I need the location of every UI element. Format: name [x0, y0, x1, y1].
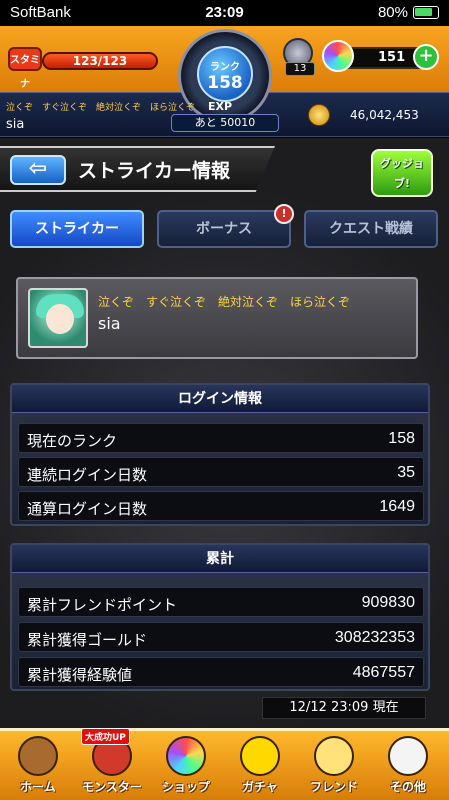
nav-shop[interactable]: ショップ	[149, 734, 223, 800]
totals-section: 累計 累計フレンドポイント 909830 累計獲得ゴールド 308232353 …	[10, 543, 430, 691]
tab-quest-record[interactable]: クエスト戦績	[304, 210, 438, 248]
login-info-section: ログイン情報 現在のランク 158 連続ログイン日数 35 通算ログイン日数 1…	[10, 383, 430, 526]
bonus-badge: 大成功UP	[81, 728, 130, 745]
other-icon	[388, 736, 428, 776]
coin-icon	[308, 104, 330, 126]
profile-card: 泣くぞ すぐ泣くぞ 絶対泣くぞ ほら泣くぞ sia	[16, 277, 418, 359]
battery-icon	[413, 6, 439, 19]
stat-value: 35	[397, 464, 415, 481]
stat-value: 308232353	[334, 629, 415, 646]
stat-row: 現在のランク 158	[18, 423, 424, 453]
tab-striker[interactable]: ストライカー	[10, 210, 144, 248]
gacha-icon	[240, 736, 280, 776]
nav-home[interactable]: ホーム	[1, 734, 75, 800]
avatar-face	[46, 304, 74, 334]
page-title: ストライカー情報	[78, 160, 231, 182]
stat-value: 158	[388, 430, 415, 447]
main-panel: ⇦ ストライカー情報 グッジョブ! ストライカー ボーナス クエスト戦績 ! 泣…	[0, 138, 449, 728]
stat-value: 1649	[379, 498, 415, 515]
login-info-title: ログイン情報	[12, 385, 428, 413]
stamina-label: スタミナ	[8, 47, 42, 90]
nav-monster[interactable]: 大成功UP モンスター	[75, 728, 149, 800]
stat-value: 909830	[361, 594, 415, 611]
profile-comment: 泣くぞ すぐ泣くぞ 絶対泣くぞ ほら泣くぞ	[98, 295, 351, 309]
notification-badge: !	[274, 204, 294, 224]
stat-row: 累計フレンドポイント 909830	[18, 587, 424, 617]
ore-count: 13	[285, 62, 315, 76]
stamina-bar: 123/123	[42, 52, 158, 70]
exp-label: EXP	[208, 100, 233, 113]
battery-percent: 80%	[377, 4, 408, 21]
exp-remaining: あと 50010	[171, 114, 279, 132]
avatar[interactable]	[28, 288, 88, 348]
home-icon	[18, 736, 58, 776]
orb-gem-icon	[322, 40, 354, 72]
stat-label: 連続ログイン日数	[27, 466, 148, 484]
bottom-nav: ホーム 大成功UP モンスター ショップ ガチャ フレンド その他	[0, 728, 449, 800]
player-name: sia	[6, 117, 25, 132]
stat-label: 累計フレンドポイント	[27, 596, 178, 614]
nav-label: ショップ	[161, 780, 210, 794]
stat-label: 累計獲得ゴールド	[27, 631, 148, 649]
player-comment: 泣くぞ すぐ泣くぞ 絶対泣くぞ ほら泣くぞ	[6, 103, 196, 113]
status-right: 80%	[378, 4, 439, 21]
back-button[interactable]: ⇦	[10, 155, 66, 185]
coin-count: 46,042,453	[350, 108, 419, 122]
nav-other[interactable]: その他	[371, 734, 445, 800]
timestamp: 12/12 23:09 現在	[262, 697, 426, 719]
tab-bar: ストライカー ボーナス クエスト戦績	[0, 210, 449, 250]
friend-icon	[314, 736, 354, 776]
rank-value: 158	[207, 73, 243, 93]
nav-label: ホーム	[20, 780, 56, 794]
buy-gems-button[interactable]: +	[413, 44, 439, 70]
stat-row: 通算ログイン日数 1649	[18, 491, 424, 521]
stat-label: 累計獲得経験値	[27, 666, 133, 684]
good-job-button[interactable]: グッジョブ!	[371, 149, 433, 197]
shop-icon	[166, 736, 206, 776]
stat-row: 累計獲得経験値 4867557	[18, 657, 424, 687]
stat-row: 連続ログイン日数 35	[18, 457, 424, 487]
stat-label: 通算ログイン日数	[27, 500, 148, 518]
rank-label: ランク	[210, 62, 240, 73]
nav-label: その他	[389, 780, 426, 794]
tab-bonus[interactable]: ボーナス	[157, 210, 291, 248]
stat-label: 現在のランク	[27, 432, 118, 450]
status-bar: SoftBank 23:09 80%	[0, 0, 449, 26]
nav-gacha[interactable]: ガチャ	[223, 734, 297, 800]
profile-name: sia	[98, 314, 121, 333]
rank-orb: ランク 158	[197, 46, 253, 102]
nav-label: フレンド	[309, 780, 358, 794]
stat-row: 累計獲得ゴールド 308232353	[18, 622, 424, 652]
nav-friend[interactable]: フレンド	[297, 734, 371, 800]
totals-title: 累計	[12, 545, 428, 573]
stat-value: 4867557	[352, 664, 415, 681]
nav-label: モンスター	[82, 780, 142, 794]
nav-label: ガチャ	[242, 780, 278, 794]
